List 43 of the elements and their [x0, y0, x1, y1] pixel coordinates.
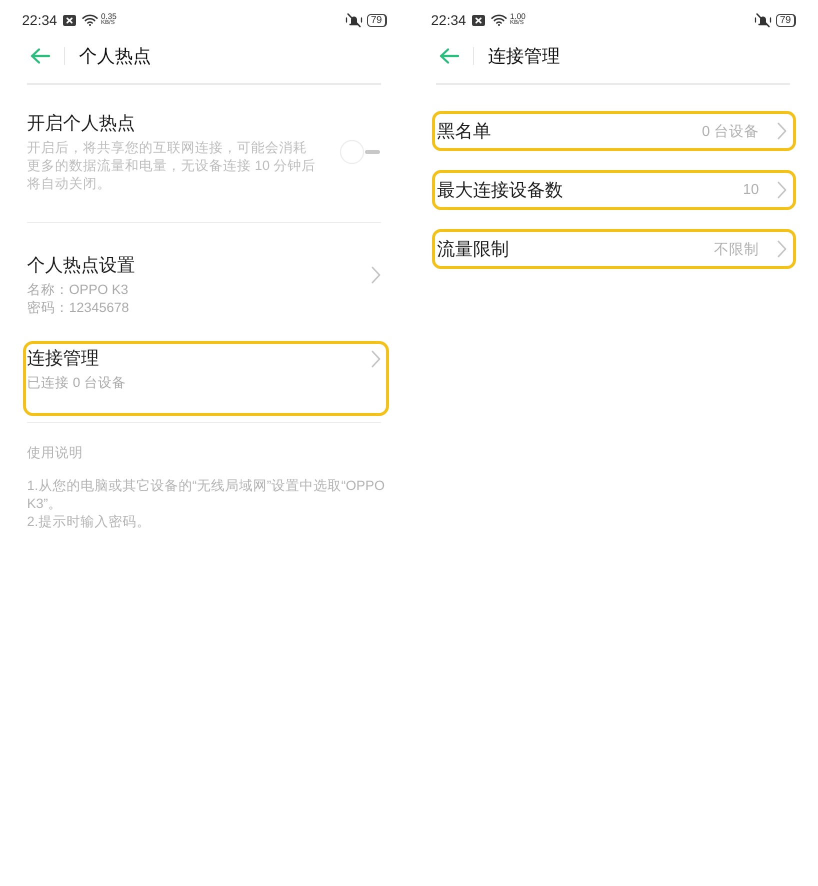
chevron-icon — [777, 181, 787, 199]
setting-value: 10 — [742, 182, 759, 198]
setting-value: 不限制 — [714, 240, 759, 258]
toggle-switch[interactable] — [339, 139, 381, 165]
network-speed-value: 1.00 — [510, 13, 526, 20]
chevron-icon — [777, 122, 787, 140]
wifi-icon — [491, 14, 508, 26]
page-title: 连接管理 — [488, 45, 560, 68]
setting-title: 流量限制 — [437, 238, 509, 261]
setting-detail: 已连接 0 台设备 — [27, 374, 128, 392]
battery-level: 79 — [776, 14, 796, 26]
muted-bell-icon — [754, 12, 772, 28]
settings-row[interactable]: 连接管理 已连接 0 台设备 — [23, 341, 389, 416]
setting-title: 连接管理 — [27, 347, 100, 370]
notification-icon — [472, 14, 486, 26]
muted-bell-icon — [344, 12, 363, 28]
settings-row[interactable]: 最大连接设备数 10 — [432, 170, 796, 210]
battery-level: 79 — [366, 14, 387, 26]
chevron-icon — [777, 240, 787, 258]
network-speed-value: 0.35 — [101, 13, 117, 20]
back-arrow-icon[interactable] — [30, 48, 50, 64]
chevron-icon — [371, 350, 381, 368]
page-title: 个人热点 — [79, 45, 151, 68]
status-time: 22:34 — [22, 12, 58, 28]
status-time: 22:34 — [431, 12, 466, 28]
setting-description: 开启后，将共享您的互联网连接，可能会消耗更多的数据流量和电量，无设备连接 10 分钟后将自动关闭。 — [27, 139, 317, 193]
notification-icon — [63, 14, 76, 26]
instruction-step: 1.从您的电脑或其它设备的“无线局域网”设置中选取“OPPO K3”。 — [27, 477, 385, 513]
back-arrow-icon[interactable] — [439, 48, 459, 64]
setting-title: 开启个人热点 — [27, 112, 136, 135]
setting-detail: 密码：12345678 — [27, 299, 130, 317]
settings-row[interactable]: 黑名单 0 台设备 — [432, 111, 796, 151]
setting-value: 0 台设备 — [702, 122, 759, 140]
instruction-step: 2.提示时输入密码。 — [27, 513, 385, 531]
setting-title: 个人热点设置 — [27, 254, 136, 277]
chevron-icon — [371, 266, 381, 284]
setting-detail: 名称：OPPO K3 — [27, 281, 130, 299]
instructions-heading: 使用说明 — [27, 444, 84, 462]
setting-title: 最大连接设备数 — [437, 179, 563, 202]
setting-title: 黑名单 — [437, 120, 491, 143]
settings-row[interactable]: 流量限制 不限制 — [432, 229, 796, 269]
wifi-icon — [82, 14, 98, 26]
settings-row[interactable]: 个人热点设置 名称：OPPO K3 密码：12345678 — [23, 248, 389, 341]
